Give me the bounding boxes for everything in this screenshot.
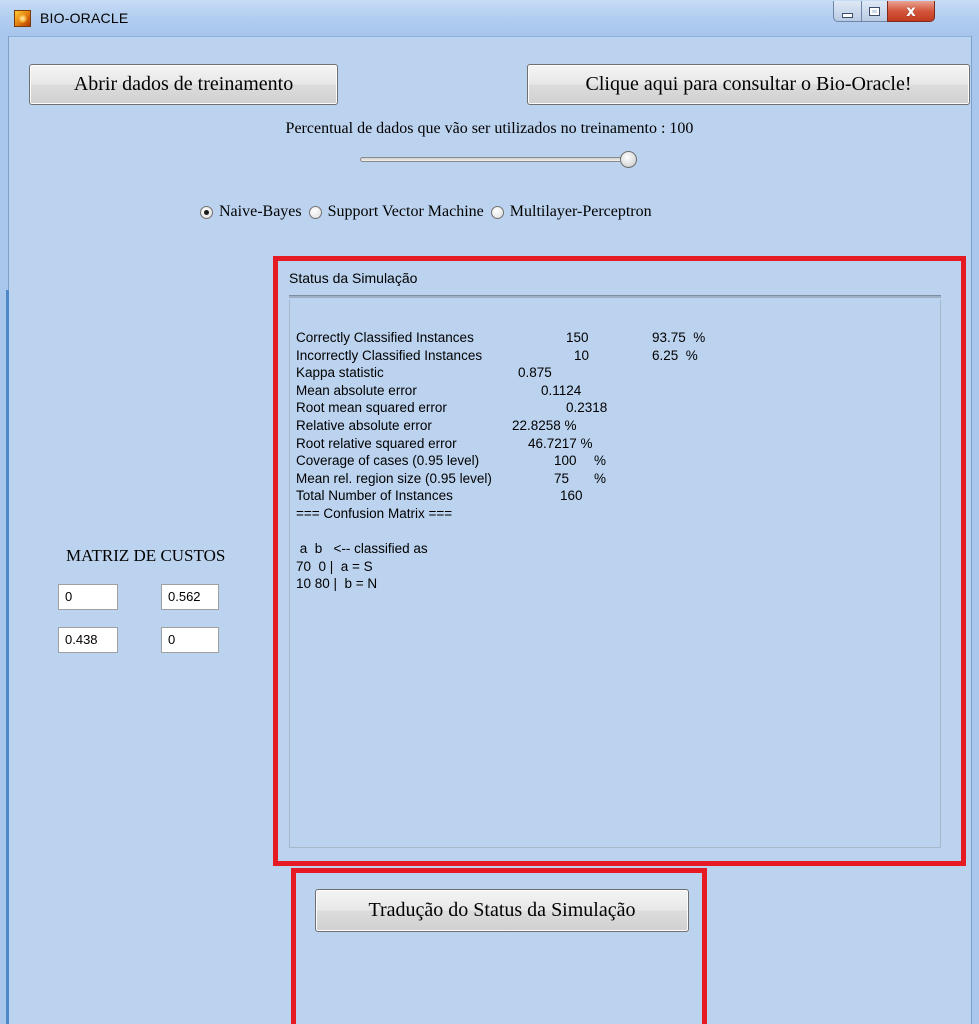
- status-metric-name: Incorrectly Classified Instances: [296, 347, 483, 363]
- cost-matrix-cell[interactable]: 0: [58, 584, 118, 610]
- algorithm-option[interactable]: Multilayer-Perceptron: [490, 203, 652, 221]
- status-title: Status da Simulação: [289, 270, 418, 286]
- status-metric-value: 160: [560, 488, 583, 504]
- consult-bio-oracle-button[interactable]: Clique aqui para consultar o Bio-Oracle!: [527, 64, 970, 105]
- translate-status-button[interactable]: Tradução do Status da Simulação: [315, 889, 689, 932]
- status-metric-name: Root relative squared error: [296, 435, 457, 451]
- status-metric-value: 6.25 %: [652, 347, 698, 363]
- status-metric-value: 10: [574, 347, 590, 363]
- status-metric-value: 100: [554, 453, 577, 469]
- radio-button-icon[interactable]: [200, 205, 213, 219]
- window-frame-right: [971, 36, 979, 1024]
- status-metric-value: 46.7217 %: [528, 435, 593, 451]
- radio-button-icon[interactable]: [308, 205, 322, 219]
- window-frame-accent: [6, 290, 9, 1024]
- algorithm-option-label: Naive-Bayes: [219, 203, 302, 220]
- status-metric-name: Mean absolute error: [296, 382, 417, 398]
- status-metric-name: Correctly Classified Instances: [296, 330, 474, 345]
- slider-thumb[interactable]: [620, 151, 637, 168]
- status-metric-value: 0.875: [518, 365, 552, 381]
- status-metric-name: Coverage of cases (0.95 level): [296, 453, 480, 469]
- algorithm-option[interactable]: Support Vector Machine: [308, 203, 484, 221]
- cost-matrix-title: MATRIZ DE CUSTOS: [66, 546, 226, 565]
- training-percent-label: Percentual de dados que vão ser utilizad…: [285, 120, 694, 137]
- app-icon: [14, 10, 31, 27]
- status-metric-value: 22.8258 %: [512, 417, 577, 433]
- close-icon: x: [906, 2, 916, 20]
- cost-matrix-cell[interactable]: 0.562: [161, 584, 219, 610]
- maximize-icon: [869, 6, 880, 16]
- close-button[interactable]: x: [887, 1, 935, 22]
- algorithm-option[interactable]: Naive-Bayes: [200, 203, 302, 221]
- window-title: BIO-ORACLE: [40, 10, 129, 26]
- training-percent-slider[interactable]: [360, 157, 632, 162]
- status-metric-value: 0.1124: [541, 382, 582, 398]
- status-metric-name: Relative absolute error: [296, 417, 432, 433]
- cost-matrix-cell[interactable]: 0.438: [58, 627, 118, 653]
- minimize-button[interactable]: [833, 1, 862, 22]
- status-metric-name: Total Number of Instances: [296, 488, 453, 504]
- open-training-data-button[interactable]: Abrir dados de treinamento: [29, 64, 338, 105]
- maximize-button[interactable]: [861, 1, 888, 22]
- status-metric-value: 93.75 %: [652, 330, 706, 345]
- status-metric-value: %: [594, 453, 607, 469]
- algorithm-radio-group: Naive-Bayes Support Vector Machine Multila…: [200, 201, 659, 223]
- status-metric-name: Kappa statistic: [296, 365, 384, 381]
- status-divider: [289, 295, 941, 298]
- minimize-icon: [842, 12, 853, 18]
- status-metric-value: 0.2318: [566, 400, 608, 416]
- status-metric-value: 75: [554, 470, 570, 486]
- status-metric-name: 10 80 | b = N: [296, 576, 378, 592]
- status-metric-name: === Confusion Matrix ===: [296, 505, 453, 521]
- status-metric-name: Root mean squared error: [296, 400, 447, 416]
- status-metric-name: Mean rel. region size (0.95 level): [296, 470, 492, 486]
- cost-matrix-cell[interactable]: 0: [161, 627, 219, 653]
- algorithm-option-label: Support Vector Machine: [327, 203, 484, 220]
- status-metric-value: 150: [566, 330, 589, 345]
- status-metric-value: %: [594, 470, 607, 486]
- radio-button-icon[interactable]: [490, 205, 504, 219]
- status-metric-name: 70 0 | a = S: [296, 558, 373, 574]
- algorithm-option-label: Multilayer-Perceptron: [509, 203, 652, 220]
- status-metric-name: a b <-- classified as: [296, 541, 428, 557]
